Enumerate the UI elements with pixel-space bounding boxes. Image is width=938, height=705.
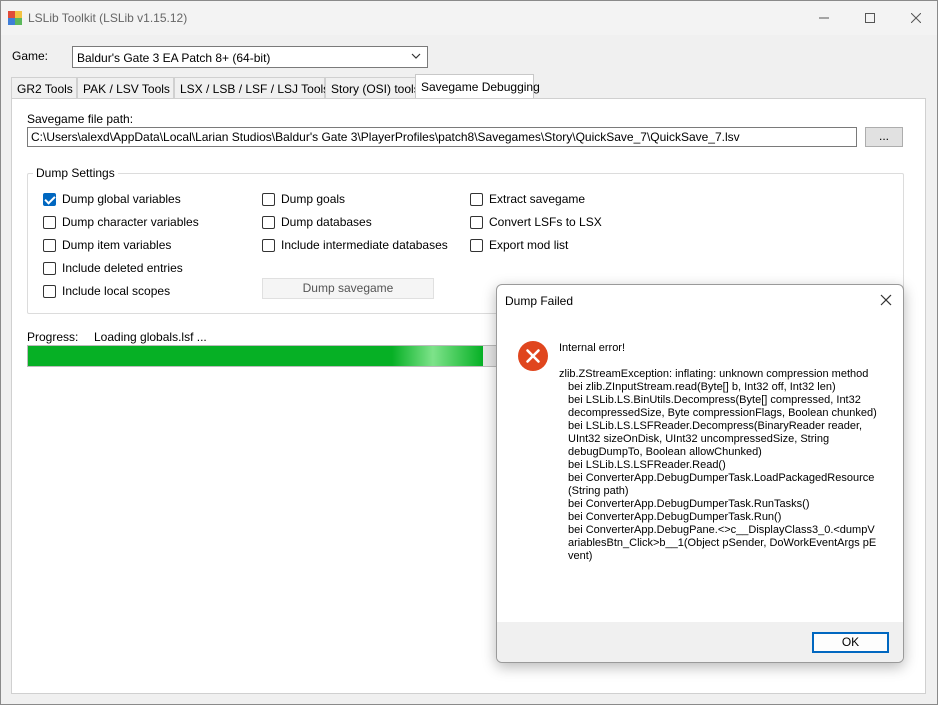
stack-frame: bei zlib.ZInputStream.read(Byte[] b, Int…	[568, 381, 836, 393]
savegame-path-input[interactable]: C:\Users\alexd\AppData\Local\Larian Stud…	[27, 127, 857, 147]
progress-fill	[28, 346, 483, 366]
convert-lsfs-checkbox[interactable]: Convert LSFs to LSX	[470, 215, 602, 229]
checkbox-icon	[262, 192, 275, 206]
error-line: zlib.ZStreamException: inflating: unknow…	[559, 368, 869, 380]
dump-databases-checkbox[interactable]: Dump databases	[262, 215, 372, 229]
dialog-title: Dump Failed	[505, 294, 574, 308]
stack-frame: bei ConverterApp.DebugDumperTask.RunTask…	[568, 498, 810, 510]
dump-goals-checkbox[interactable]: Dump goals	[262, 192, 345, 206]
include-local-scopes-checkbox[interactable]: Include local scopes	[43, 284, 170, 298]
stack-frame: bei ConverterApp.DebugDumperTask.Run()	[568, 511, 782, 523]
close-icon	[911, 13, 921, 23]
checkbox-label: Export mod list	[489, 238, 569, 252]
checkbox-label: Include local scopes	[62, 284, 171, 298]
game-select-value: Baldur's Gate 3 EA Patch 8+ (64-bit)	[77, 51, 271, 65]
dump-failed-dialog: Dump Failed Internal error! zlib.ZStream…	[496, 284, 904, 663]
include-deleted-entries-checkbox[interactable]: Include deleted entries	[43, 261, 183, 275]
stack-frame: bei LSLib.LS.BinUtils.Decompress(Byte[] …	[568, 394, 877, 419]
chevron-down-icon	[411, 53, 421, 59]
minimize-icon	[819, 17, 829, 19]
tab-savegame-debugging[interactable]: Savegame Debugging	[415, 74, 540, 98]
stack-frame: bei LSLib.LS.LSFReader.Read()	[568, 459, 726, 471]
dump-savegame-button[interactable]: Dump savegame	[262, 278, 434, 299]
checkbox-icon	[43, 238, 56, 252]
checkbox-icon	[262, 238, 275, 252]
maximize-icon	[865, 13, 875, 23]
export-mod-list-checkbox[interactable]: Export mod list	[470, 238, 568, 252]
checkbox-icon	[470, 215, 483, 229]
tab-pak-lsv-tools[interactable]: PAK / LSV Tools	[77, 77, 174, 98]
dump-item-variables-checkbox[interactable]: Dump item variables	[43, 238, 171, 252]
checkbox-label: Convert LSFs to LSX	[489, 215, 602, 229]
checkbox-icon	[470, 238, 483, 252]
checkbox-icon	[470, 192, 483, 206]
window-title: LSLib Toolkit (LSLib v1.15.12)	[28, 11, 188, 25]
progress-label: Progress:	[27, 330, 79, 344]
tab-gr2-tools[interactable]: GR2 Tools	[11, 77, 77, 98]
close-button[interactable]	[893, 1, 938, 35]
checkbox-icon	[43, 215, 56, 229]
dump-settings-title: Dump Settings	[33, 166, 118, 180]
checkbox-checked-icon	[43, 192, 56, 206]
checkbox-label: Extract savegame	[489, 192, 586, 206]
dump-character-variables-checkbox[interactable]: Dump character variables	[43, 215, 199, 229]
app-icon	[8, 11, 22, 25]
tab-story-tools[interactable]: Story (OSI) tools	[325, 77, 420, 98]
dialog-body: Internal error! zlib.ZStreamException: i…	[497, 315, 903, 622]
dialog-close-icon[interactable]	[877, 291, 895, 309]
checkbox-label: Dump databases	[281, 215, 372, 229]
progress-status: Loading globals.lsf ...	[94, 330, 207, 344]
game-select[interactable]: Baldur's Gate 3 EA Patch 8+ (64-bit)	[72, 46, 428, 68]
dialog-footer: OK	[497, 622, 903, 662]
checkbox-label: Include deleted entries	[62, 261, 183, 275]
main-window: LSLib Toolkit (LSLib v1.15.12) Game: Bal…	[0, 0, 938, 705]
error-heading: Internal error!	[559, 342, 626, 354]
tab-lsx-tools[interactable]: LSX / LSB / LSF / LSJ Tools	[174, 77, 329, 98]
extract-savegame-checkbox[interactable]: Extract savegame	[470, 192, 585, 206]
checkbox-label: Dump character variables	[62, 215, 199, 229]
browse-button[interactable]: ...	[865, 127, 903, 147]
checkbox-icon	[262, 215, 275, 229]
checkbox-icon	[43, 284, 56, 298]
ok-button[interactable]: OK	[812, 632, 889, 653]
checkbox-label: Dump item variables	[62, 238, 172, 252]
error-icon	[518, 341, 548, 371]
dump-global-variables-checkbox[interactable]: Dump global variables	[43, 192, 181, 206]
stack-frame: bei LSLib.LS.LSFReader.Decompress(Binary…	[568, 420, 863, 458]
checkbox-label: Include intermediate databases	[281, 238, 448, 252]
error-message: Internal error! zlib.ZStreamException: i…	[559, 342, 879, 563]
minimize-button[interactable]	[801, 1, 847, 35]
include-intermediate-databases-checkbox[interactable]: Include intermediate databases	[262, 238, 448, 252]
checkbox-label: Dump goals	[281, 192, 346, 206]
maximize-button[interactable]	[847, 1, 893, 35]
stack-frame: bei ConverterApp.DebugPane.<>c__DisplayC…	[568, 524, 877, 562]
game-label: Game:	[12, 49, 49, 63]
title-bar: LSLib Toolkit (LSLib v1.15.12)	[1, 1, 937, 35]
stack-frame: bei ConverterApp.DebugDumperTask.LoadPac…	[568, 472, 875, 497]
checkbox-icon	[43, 261, 56, 275]
savegame-path-label: Savegame file path:	[27, 112, 134, 126]
checkbox-label: Dump global variables	[62, 192, 181, 206]
